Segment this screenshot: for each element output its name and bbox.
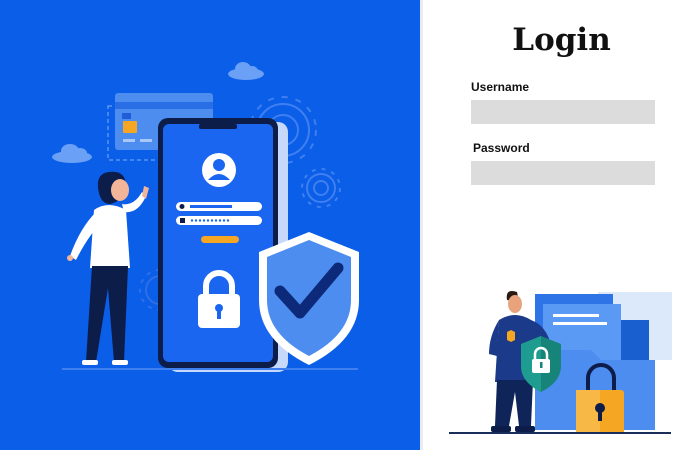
security-illustration <box>52 62 359 372</box>
username-label: Username <box>471 80 530 94</box>
phone-username-row <box>176 202 262 211</box>
user-avatar-icon <box>202 153 236 187</box>
username-input[interactable] <box>471 100 655 124</box>
phone-login-button <box>201 236 239 243</box>
ground-line <box>449 432 671 434</box>
password-label: Password <box>473 141 530 155</box>
ground-line <box>62 368 358 370</box>
cloud-icon <box>52 144 92 163</box>
security-guard-illustration <box>449 291 672 434</box>
woman-figure <box>67 171 149 365</box>
phone-password-row <box>176 216 262 225</box>
cloud-icon <box>228 62 264 80</box>
login-title: Login <box>512 22 611 58</box>
hero-illustration-panel <box>0 0 420 450</box>
gear-icon <box>301 168 341 208</box>
password-input[interactable] <box>471 161 655 185</box>
login-panel: Login Username Password <box>423 0 700 450</box>
phone-login-screen <box>158 118 288 372</box>
